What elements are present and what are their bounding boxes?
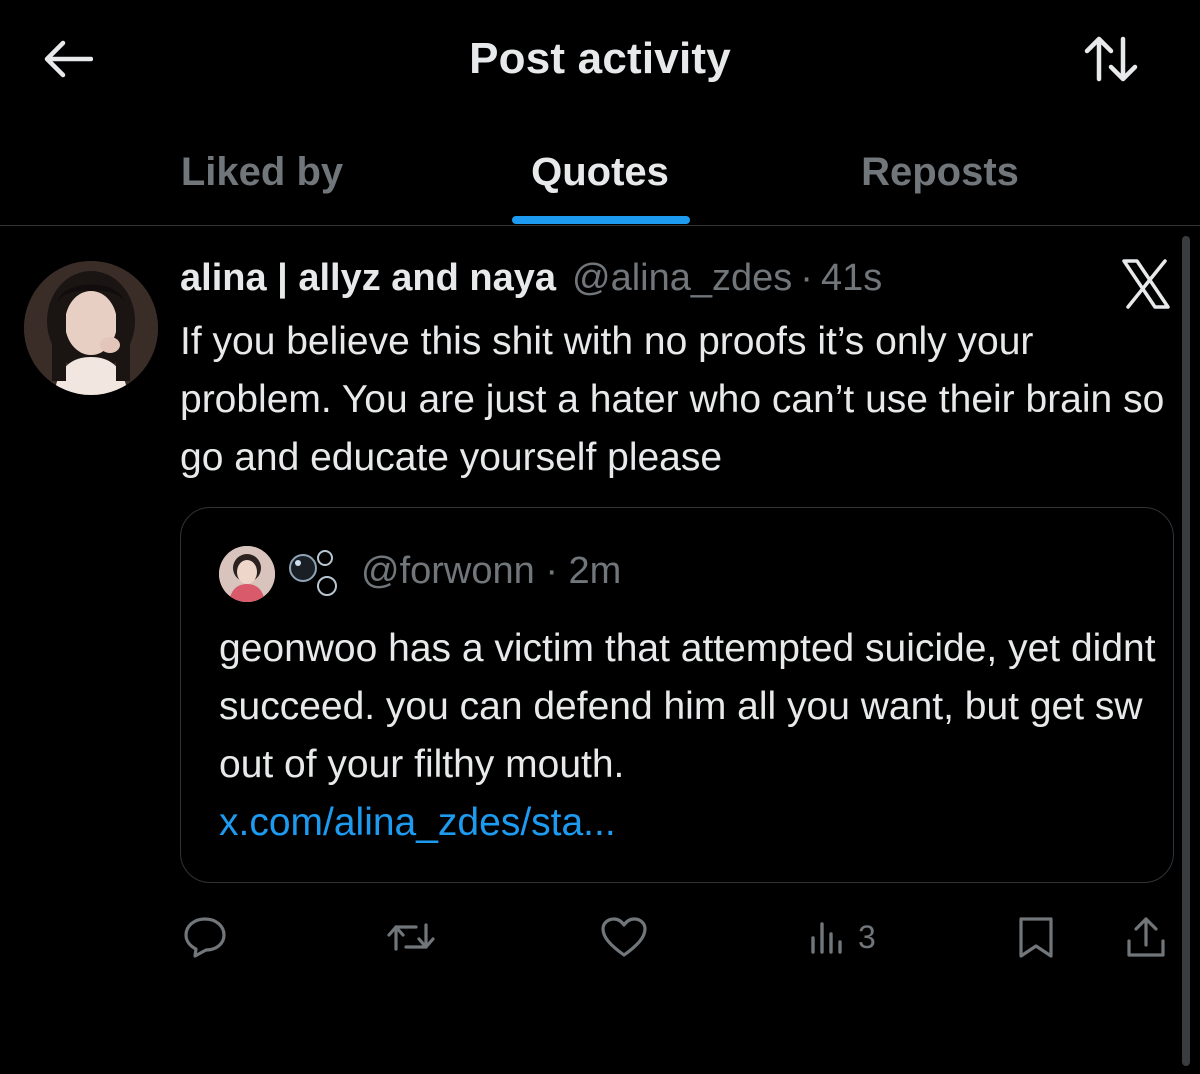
quoted-post-link[interactable]: x.com/alina_zdes/sta... bbox=[219, 801, 616, 844]
quoted-post-card[interactable]: @forwonn · 2m geonwoo has a victim that … bbox=[180, 507, 1174, 883]
activity-tabs: Liked by Quotes Reposts bbox=[0, 118, 1200, 226]
share-button[interactable] bbox=[1124, 907, 1168, 967]
heart-icon bbox=[601, 917, 647, 957]
quoted-post-body: geonwoo has a victim that attempted suic… bbox=[219, 627, 1156, 786]
views-icon bbox=[811, 922, 842, 954]
display-name[interactable]: alina | allyz and naya bbox=[180, 257, 556, 300]
quoted-post-header: @forwonn · 2m bbox=[361, 550, 621, 593]
quoted-user-handle[interactable]: @forwonn bbox=[361, 550, 535, 592]
scrollbar[interactable] bbox=[1182, 236, 1190, 1066]
share-icon bbox=[1127, 917, 1165, 957]
bookmark-icon bbox=[1019, 917, 1053, 958]
reply-icon bbox=[184, 917, 226, 958]
quoted-avatar bbox=[219, 546, 275, 602]
repost-button[interactable] bbox=[386, 907, 436, 967]
page-title: Post activity bbox=[469, 34, 731, 83]
quoted-post-text: geonwoo has a victim that attempted suic… bbox=[219, 620, 1159, 852]
bookmark-button[interactable] bbox=[1016, 907, 1056, 967]
avatar-image bbox=[24, 261, 158, 395]
quote-post[interactable]: alina | allyz and naya @alina_zdes · 41s… bbox=[0, 227, 1180, 987]
separator-dot: · bbox=[800, 257, 813, 299]
quoted-separator-dot: · bbox=[545, 550, 558, 592]
views-button[interactable]: 3 bbox=[808, 907, 876, 967]
post-text: If you believe this shit with no proofs … bbox=[180, 320, 1165, 479]
tab-reposts[interactable]: Reposts bbox=[810, 118, 1070, 226]
post-header: alina | allyz and naya @alina_zdes · 41s bbox=[180, 257, 1100, 309]
tab-liked-by[interactable]: Liked by bbox=[130, 118, 394, 226]
bubbles-emoji-icon bbox=[287, 548, 343, 604]
sort-arrows-icon bbox=[1084, 36, 1138, 82]
top-bar: Post activity bbox=[0, 0, 1200, 118]
user-handle[interactable]: @alina_zdes bbox=[572, 257, 792, 300]
views-count: 3 bbox=[858, 918, 876, 955]
like-button[interactable] bbox=[600, 907, 648, 967]
x-logo-icon bbox=[1120, 259, 1172, 309]
quoted-timestamp: 2m bbox=[568, 550, 622, 592]
reply-button[interactable] bbox=[182, 907, 228, 967]
quoted-avatar-image bbox=[219, 546, 275, 602]
tab-quotes[interactable]: Quotes bbox=[470, 118, 730, 226]
post-timestamp[interactable]: 41s bbox=[821, 257, 882, 300]
post-actions: 3 bbox=[180, 907, 1180, 967]
sort-button[interactable] bbox=[1078, 30, 1144, 88]
avatar[interactable] bbox=[24, 261, 158, 395]
repost-icon bbox=[387, 923, 435, 951]
active-tab-indicator bbox=[512, 216, 690, 224]
